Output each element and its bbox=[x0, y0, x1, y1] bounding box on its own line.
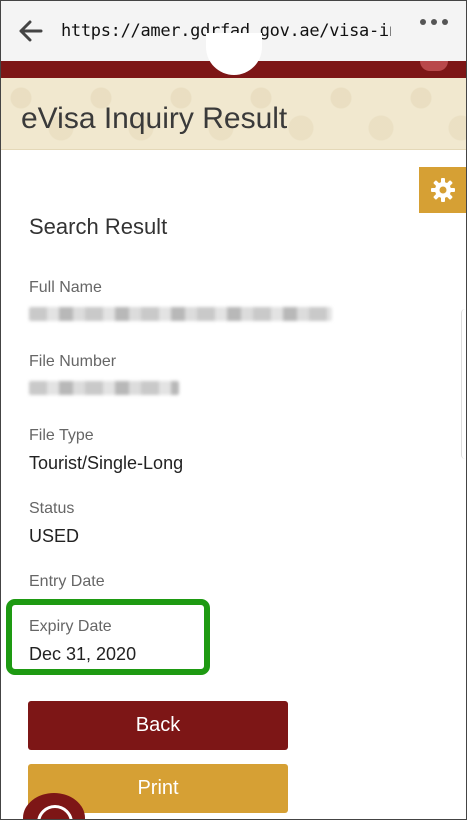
back-button[interactable]: Back bbox=[28, 701, 288, 750]
section-title: Search Result bbox=[29, 214, 168, 239]
header-emblem bbox=[420, 61, 448, 71]
full-name-value-redacted bbox=[29, 307, 332, 321]
file-type-label: File Type bbox=[29, 427, 94, 444]
browser-back-button[interactable] bbox=[1, 1, 61, 61]
expiry-date-highlight bbox=[6, 599, 210, 675]
arrow-left-icon bbox=[19, 20, 43, 42]
more-dots-icon[interactable] bbox=[420, 19, 448, 25]
gear-icon bbox=[430, 178, 455, 202]
entry-date-label: Entry Date bbox=[29, 573, 105, 590]
title-banner: eVisa Inquiry Result bbox=[1, 78, 466, 150]
phone-screen: https://amer.gdrfad.gov.ae/visa-inquir..… bbox=[0, 0, 467, 820]
file-number-label: File Number bbox=[29, 353, 117, 370]
full-name-label: Full Name bbox=[29, 279, 102, 296]
page-title: eVisa Inquiry Result bbox=[21, 102, 288, 135]
site-header-strip bbox=[1, 33, 466, 78]
scroll-indicator bbox=[461, 309, 466, 459]
status-label: Status bbox=[29, 500, 75, 517]
logo-emblem bbox=[206, 33, 262, 75]
file-number-value-redacted bbox=[29, 381, 179, 395]
settings-button[interactable] bbox=[419, 167, 466, 213]
status-value: USED bbox=[29, 526, 80, 546]
file-type-value: Tourist/Single-Long bbox=[29, 453, 184, 473]
